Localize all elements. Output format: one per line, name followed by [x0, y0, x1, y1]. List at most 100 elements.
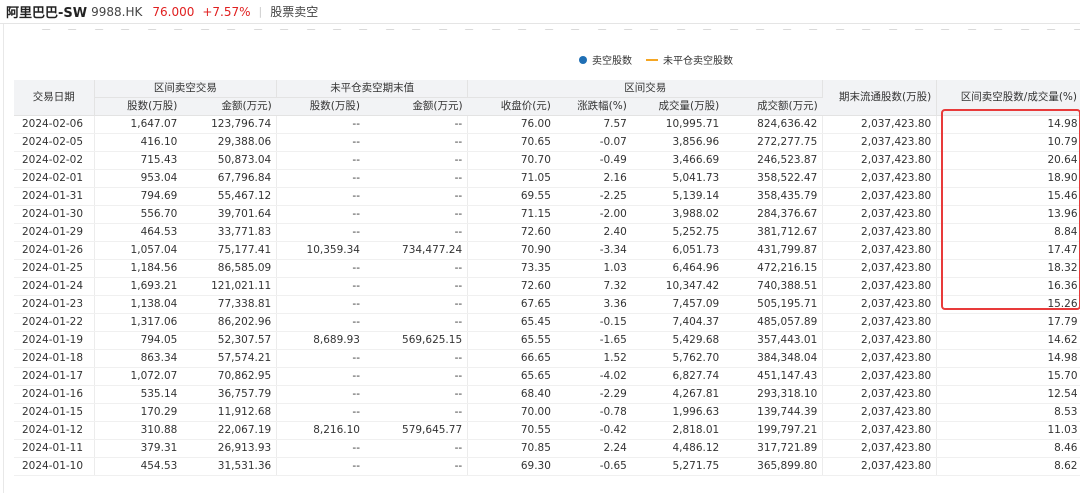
- cell-open-amount: --: [365, 205, 468, 224]
- cell-short-shares: 310.88: [93, 421, 183, 440]
- cell-short-shares: 535.14: [93, 385, 183, 404]
- cell-pct-change: 2.24: [555, 439, 632, 458]
- cell-volume: 5,762.70: [631, 349, 725, 368]
- cell-float-shares: 2,037,423.80: [822, 367, 937, 386]
- cell-close: 71.05: [467, 169, 556, 188]
- cell-pct-change: -1.65: [555, 331, 632, 350]
- cell-open-shares: --: [276, 439, 365, 458]
- cell-date: 2024-01-10: [14, 457, 95, 476]
- header-volume[interactable]: 成交量(万股): [631, 97, 725, 116]
- watermark-mark: [275, 29, 290, 35]
- table-row[interactable]: 2024-01-31 794.69 55,467.12 -- -- 69.55 -2.25 5…: [14, 187, 1080, 206]
- cell-float-shares: 2,037,423.80: [822, 241, 937, 260]
- header-turnover[interactable]: 成交额(万元): [724, 97, 823, 116]
- table-row[interactable]: 2024-02-06 1,647.07 123,796.74 -- -- 76.00 7.5…: [14, 115, 1080, 134]
- table-row[interactable]: 2024-01-19 794.05 52,307.57 8,689.93 569,625…: [14, 331, 1080, 350]
- cell-volume: 3,466.69: [631, 151, 725, 170]
- cell-short-amount: 31,531.36: [182, 457, 277, 476]
- cell-float-shares: 2,037,423.80: [822, 187, 937, 206]
- watermark-mark: [804, 29, 819, 35]
- legend-label-open-short: 未平仓卖空股数: [663, 56, 733, 67]
- table-row[interactable]: 2024-01-12 310.88 22,067.19 8,216.10 579,645…: [14, 421, 1080, 440]
- cell-short-shares: 953.04: [93, 169, 183, 188]
- cell-float-shares: 2,037,423.80: [822, 403, 937, 422]
- cell-open-amount: --: [365, 133, 468, 152]
- cell-open-amount: --: [365, 169, 468, 188]
- table-row[interactable]: 2024-02-01 953.04 67,796.84 -- -- 71.05 2.16 5,…: [14, 169, 1080, 188]
- header-open-shares[interactable]: 股数(万股): [276, 97, 365, 116]
- cell-short-amount: 57,574.21: [182, 349, 277, 368]
- cell-close: 66.65: [467, 349, 556, 368]
- cell-short-shares: 715.43: [93, 151, 183, 170]
- watermark-mark: [196, 29, 210, 35]
- cell-pct-change: -0.49: [555, 151, 632, 170]
- table-row[interactable]: 2024-01-23 1,138.04 77,338.81 -- -- 67.65 3.36…: [14, 295, 1080, 314]
- header-short-ratio[interactable]: 区间卖空股数/成交量(%): [936, 80, 1080, 116]
- cell-short-amount: 123,796.74: [182, 115, 277, 134]
- cell-pct-change: 1.03: [555, 259, 632, 278]
- table-row[interactable]: 2024-01-10 454.53 31,531.36 -- -- 69.30 -0.65 5…: [14, 457, 1080, 476]
- table-row[interactable]: 2024-01-15 170.29 11,912.68 -- -- 70.00 -0.78 1…: [14, 403, 1080, 422]
- watermark-mark: [354, 29, 369, 35]
- cell-date: 2024-01-31: [14, 187, 95, 206]
- header-short-amount[interactable]: 金额(万元): [182, 97, 277, 116]
- header-trade: 区间交易: [467, 80, 824, 98]
- header-float-shares[interactable]: 期末流通股数(万股): [822, 80, 938, 116]
- legend-item-short-shares[interactable]: 卖空股数: [579, 52, 632, 67]
- table-row[interactable]: 2024-01-11 379.31 26,913.93 -- -- 70.85 2.24 4,…: [14, 439, 1080, 458]
- table-row[interactable]: 2024-01-29 464.53 33,771.83 -- -- 72.60 2.40 5,…: [14, 223, 1080, 242]
- cell-short-ratio: 8.46: [936, 439, 1080, 458]
- cell-short-amount: 22,067.19: [182, 421, 277, 440]
- header-open-amount[interactable]: 金额(万元): [365, 97, 468, 116]
- cell-short-ratio: 8.62: [936, 457, 1080, 476]
- cell-close: 73.35: [467, 259, 556, 278]
- cell-pct-change: -0.42: [555, 421, 632, 440]
- legend-label-short-shares: 卖空股数: [592, 56, 632, 67]
- header-pct-change[interactable]: 涨跌幅(%): [555, 97, 632, 116]
- cell-pct-change: -0.78: [555, 403, 632, 422]
- cell-volume: 10,347.42: [631, 277, 725, 296]
- table-row[interactable]: 2024-01-26 1,057.04 75,177.41 10,359.34 734,…: [14, 241, 1080, 260]
- cell-close: 71.15: [467, 205, 556, 224]
- cell-volume: 5,041.73: [631, 169, 725, 188]
- cell-turnover: 293,318.10: [724, 385, 823, 404]
- table-row[interactable]: 2024-02-05 416.10 29,388.06 -- -- 70.65 -0.07 3…: [14, 133, 1080, 152]
- table-row[interactable]: 2024-01-18 863.34 57,574.21 -- -- 66.65 1.52 5,…: [14, 349, 1080, 368]
- cell-volume: 5,429.68: [631, 331, 725, 350]
- tab-short-selling[interactable]: 股票卖空: [270, 3, 318, 20]
- cell-date: 2024-01-29: [14, 223, 95, 242]
- table-row[interactable]: 2024-02-02 715.43 50,873.04 -- -- 70.70 -0.49 3…: [14, 151, 1080, 170]
- header-short-shares[interactable]: 股数(万股): [94, 97, 183, 116]
- cell-short-amount: 121,021.11: [182, 277, 277, 296]
- table-row[interactable]: 2024-01-30 556.70 39,701.64 -- -- 71.15 -2.00 3…: [14, 205, 1080, 224]
- cell-short-shares: 416.10: [93, 133, 183, 152]
- header-date[interactable]: 交易日期: [14, 80, 95, 116]
- table-row[interactable]: 2024-01-25 1,184.56 86,585.09 -- -- 73.35 1.03…: [14, 259, 1080, 278]
- cell-pct-change: -0.65: [555, 457, 632, 476]
- legend-item-open-short[interactable]: 未平仓卖空股数: [646, 52, 733, 67]
- cell-volume: 4,267.81: [631, 385, 725, 404]
- cell-short-ratio: 14.62: [936, 331, 1080, 350]
- table-row[interactable]: 2024-01-22 1,317.06 86,202.96 -- -- 65.45 -0.1…: [14, 313, 1080, 332]
- cell-short-shares: 794.05: [93, 331, 183, 350]
- cell-float-shares: 2,037,423.80: [822, 205, 937, 224]
- table-row[interactable]: 2024-01-24 1,693.21 121,021.11 -- -- 72.60 7.3…: [14, 277, 1080, 296]
- cell-short-ratio: 14.98: [936, 115, 1080, 134]
- cell-open-shares: --: [276, 259, 365, 278]
- watermark-mark: [116, 29, 131, 35]
- watermark-mark: [381, 29, 395, 35]
- table-row[interactable]: 2024-01-16 535.14 36,757.79 -- -- 68.40 -2.29 4…: [14, 385, 1080, 404]
- watermark-mark: [883, 29, 898, 35]
- header-close[interactable]: 收盘价(元): [467, 97, 556, 116]
- cell-float-shares: 2,037,423.80: [822, 313, 937, 332]
- cell-turnover: 365,899.80: [724, 457, 823, 476]
- table-row[interactable]: 2024-01-17 1,072.07 70,862.95 -- -- 65.65 -4.0…: [14, 367, 1080, 386]
- cell-open-amount: --: [365, 151, 468, 170]
- cell-close: 70.55: [467, 421, 556, 440]
- cell-short-shares: 1,138.04: [93, 295, 183, 314]
- cell-open-amount: --: [365, 295, 468, 314]
- cell-turnover: 384,348.04: [724, 349, 823, 368]
- watermark-mark: [831, 29, 845, 35]
- cell-turnover: 284,376.67: [724, 205, 823, 224]
- cell-open-shares: 10,359.34: [276, 241, 365, 260]
